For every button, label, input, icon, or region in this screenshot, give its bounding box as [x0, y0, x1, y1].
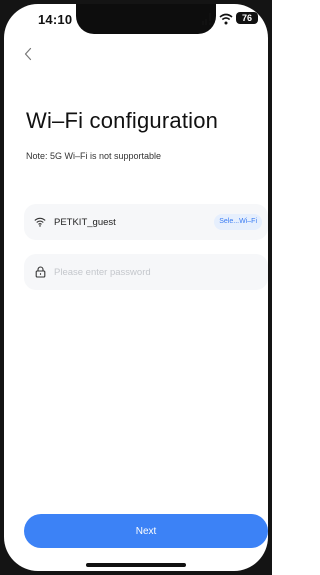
page-note: Note: 5G Wi–Fi is not supportable — [26, 151, 162, 161]
status-time: 14:10 — [38, 12, 73, 27]
wifi-icon — [219, 12, 233, 25]
back-button[interactable] — [18, 46, 38, 66]
wifi-network-field[interactable]: PETKIT_guest Sele...Wi–Fi — [24, 204, 268, 240]
phone-frame: 14:10 76 Wi–Fi configuration Note: 5G Wi… — [0, 0, 272, 575]
page-title: Wi–Fi configuration — [26, 108, 219, 133]
password-input[interactable] — [54, 266, 254, 278]
notch — [76, 4, 216, 34]
wifi-ssid: PETKIT_guest — [54, 216, 116, 228]
password-field[interactable] — [24, 254, 268, 290]
home-indicator — [86, 563, 186, 567]
lock-icon — [34, 266, 46, 278]
battery-level: 76 — [236, 12, 258, 24]
chevron-left-icon — [23, 47, 33, 66]
wifi-icon — [34, 216, 46, 228]
select-wifi-button[interactable]: Sele...Wi–Fi — [214, 214, 262, 230]
screen: 14:10 76 Wi–Fi configuration Note: 5G Wi… — [4, 4, 268, 571]
status-icons: 76 — [202, 12, 258, 25]
signal-alert-icon — [202, 12, 216, 25]
next-button[interactable]: Next — [24, 514, 268, 548]
status-bar: 14:10 76 — [4, 4, 268, 38]
